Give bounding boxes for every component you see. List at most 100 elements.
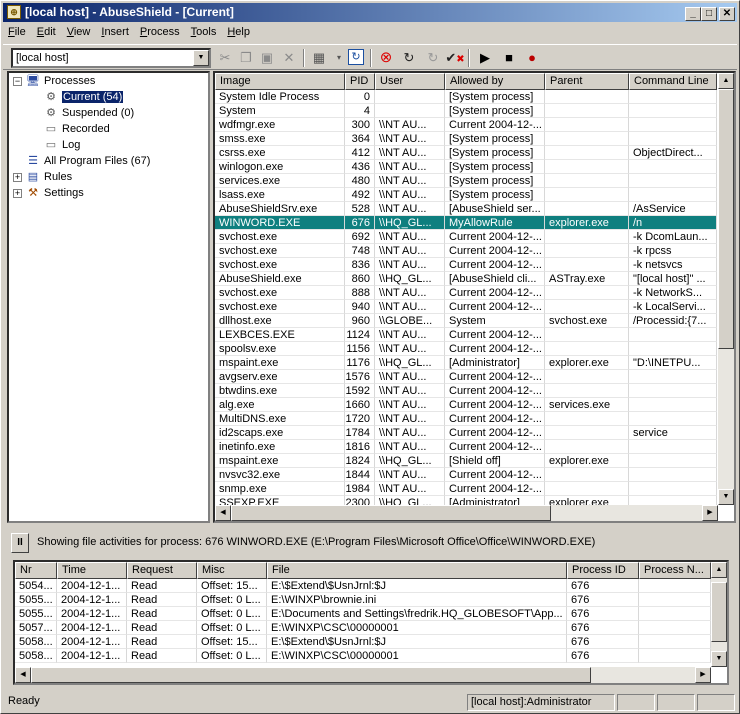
scroll-right-icon[interactable]: ▶ <box>702 505 718 521</box>
table-row[interactable]: MultiDNS.exe 1720 \\NT AU... Current 2004-1… <box>215 412 717 426</box>
table-row[interactable]: wdfmgr.exe 300 \\NT AU... Current 2004-12-.… <box>215 118 717 132</box>
vertical-scrollbar[interactable]: ▲ ▼ <box>718 73 734 505</box>
table-row[interactable]: System 4 [System process] <box>215 104 717 118</box>
table-row[interactable]: id2scaps.exe 1784 \\NT AU... Current 2004-1… <box>215 426 717 440</box>
tree-item-log[interactable]: ▭ Log <box>43 137 81 153</box>
restart-icon[interactable]: ↻ <box>399 49 419 67</box>
deny-icon[interactable]: ✔✖ <box>445 49 465 67</box>
table-row[interactable]: csrss.exe 412 \\NT AU... [System process] Ob… <box>215 146 717 160</box>
table-row[interactable]: 5058... 2004-12-1... Read Offset: 0 L... E:\… <box>15 649 727 663</box>
table-row[interactable]: smss.exe 364 \\NT AU... [System process] <box>215 132 717 146</box>
copy-icon[interactable]: ❐ <box>236 49 256 67</box>
scroll-left-icon[interactable]: ◀ <box>215 505 231 521</box>
table-row[interactable]: svchost.exe 836 \\NT AU... Current 2004-12-… <box>215 258 717 272</box>
column-header[interactable]: Time <box>57 562 127 579</box>
column-header[interactable]: Process ID <box>567 562 639 579</box>
tree-item-current[interactable]: ⚙ Current (54) <box>43 89 124 105</box>
menu-tools[interactable]: Tools <box>186 23 222 42</box>
column-header[interactable]: User <box>375 73 445 90</box>
scroll-up-icon[interactable]: ▲ <box>718 73 734 89</box>
table-row[interactable]: svchost.exe 888 \\NT AU... Current 2004-12-… <box>215 286 717 300</box>
chevron-down-icon[interactable]: ▼ <box>193 50 209 66</box>
menu-file[interactable]: File <box>3 23 31 42</box>
table-row[interactable]: AbuseShield.exe 860 \\HQ_GL... [AbuseShield… <box>215 272 717 286</box>
tree-item-all-program-files[interactable]: ☰ All Program Files (67) <box>25 153 150 169</box>
expand-icon[interactable]: + <box>13 189 22 198</box>
menu-insert[interactable]: Insert <box>96 23 134 42</box>
menu-process[interactable]: Process <box>135 23 185 42</box>
column-header[interactable]: Process N... <box>639 562 711 579</box>
table-row[interactable]: 5057... 2004-12-1... Read Offset: 0 L... E:\… <box>15 621 727 635</box>
table-row[interactable]: 5055... 2004-12-1... Read Offset: 0 L... E:\… <box>15 593 727 607</box>
maximize-button[interactable]: □ <box>701 7 717 21</box>
column-header[interactable]: Nr <box>15 562 57 579</box>
paste-icon[interactable]: ▣ <box>257 49 277 67</box>
view-icon[interactable]: ▦ <box>309 49 329 67</box>
menu-view[interactable]: View <box>62 23 96 42</box>
table-row[interactable]: svchost.exe 940 \\NT AU... Current 2004-12-… <box>215 300 717 314</box>
column-header[interactable]: Parent <box>545 73 629 90</box>
table-row[interactable]: System Idle Process 0 [System process] <box>215 90 717 104</box>
table-row[interactable]: svchost.exe 748 \\NT AU... Current 2004-12-… <box>215 244 717 258</box>
tree-item-suspended[interactable]: ⚙ Suspended (0) <box>43 105 134 121</box>
table-row[interactable]: AbuseShieldSrv.exe 528 \\NT AU... [AbuseShi… <box>215 202 717 216</box>
scroll-down-icon[interactable]: ▼ <box>718 489 734 505</box>
expand-icon[interactable]: + <box>13 173 22 182</box>
cut-icon[interactable]: ✂ <box>215 49 235 67</box>
scroll-left-icon[interactable]: ◀ <box>15 667 31 683</box>
square-stop-icon[interactable]: ■ <box>499 49 519 67</box>
table-row[interactable]: winlogon.exe 436 \\NT AU... [System process… <box>215 160 717 174</box>
stop-icon[interactable]: ⊗ <box>376 49 396 67</box>
table-row[interactable]: services.exe 480 \\NT AU... [System process… <box>215 174 717 188</box>
table-row[interactable]: btwdins.exe 1592 \\NT AU... Current 2004-12… <box>215 384 717 398</box>
tree-item-rules[interactable]: ▤ Rules <box>25 169 72 185</box>
record-icon[interactable]: ● <box>522 49 542 67</box>
column-header[interactable]: Image <box>215 73 345 90</box>
table-row[interactable]: spoolsv.exe 1156 \\NT AU... Current 2004-12… <box>215 342 717 356</box>
horizontal-scrollbar[interactable]: ◀ ▶ <box>15 667 711 683</box>
vertical-scrollbar[interactable]: ▲ ▼ <box>711 562 727 667</box>
table-row[interactable]: avgserv.exe 1576 \\NT AU... Current 2004-12… <box>215 370 717 384</box>
column-header[interactable]: Command Line <box>629 73 717 90</box>
table-row[interactable]: LEXBCES.EXE 1124 \\NT AU... Current 2004-12… <box>215 328 717 342</box>
reload-icon[interactable]: ↻ <box>423 49 443 67</box>
scroll-thumb[interactable] <box>718 89 734 349</box>
scroll-thumb[interactable] <box>711 582 727 642</box>
table-row[interactable]: mspaint.exe 1824 \\HQ_GL... [Shield off] exp… <box>215 454 717 468</box>
table-row[interactable]: WINWORD.EXE 676 \\HQ_GL... MyAllowRule explo… <box>215 216 717 230</box>
column-header[interactable]: Allowed by <box>445 73 545 90</box>
table-row[interactable]: svchost.exe 692 \\NT AU... Current 2004-12-… <box>215 230 717 244</box>
collapse-icon[interactable]: − <box>13 77 22 86</box>
pause-button[interactable]: II <box>11 533 29 553</box>
app-icon[interactable]: ⊕ <box>7 5 21 19</box>
tree-item-processes[interactable]: 🖥 Processes <box>25 73 95 89</box>
table-row[interactable]: inetinfo.exe 1816 \\NT AU... Current 2004-1… <box>215 440 717 454</box>
scroll-up-icon[interactable]: ▲ <box>711 562 727 578</box>
column-header[interactable]: Request <box>127 562 197 579</box>
table-row[interactable]: 5054... 2004-12-1... Read Offset: 15... E:\$… <box>15 579 727 593</box>
table-row[interactable]: snmp.exe 1984 \\NT AU... Current 2004-12-..… <box>215 482 717 496</box>
horizontal-scrollbar[interactable]: ◀ ▶ <box>215 505 718 521</box>
delete-icon[interactable]: ✕ <box>279 49 299 67</box>
play-icon[interactable]: ▶ <box>475 49 495 67</box>
view-dropdown-icon[interactable]: ▾ <box>329 49 349 67</box>
column-header[interactable]: File <box>267 562 567 579</box>
table-row[interactable]: dllhost.exe 960 \\GLOBE... System svchost.ex… <box>215 314 717 328</box>
scroll-thumb[interactable] <box>31 667 591 683</box>
column-header[interactable]: Misc <box>197 562 267 579</box>
minimize-button[interactable]: _ <box>685 7 701 21</box>
table-row[interactable]: 5058... 2004-12-1... Read Offset: 15... E:\$… <box>15 635 727 649</box>
close-button[interactable]: ✕ <box>719 7 735 21</box>
table-row[interactable]: mspaint.exe 1176 \\HQ_GL... [Administrator]… <box>215 356 717 370</box>
scroll-down-icon[interactable]: ▼ <box>711 651 727 667</box>
tree-item-recorded[interactable]: ▭ Recorded <box>43 121 110 137</box>
menu-help[interactable]: Help <box>222 23 255 42</box>
table-row[interactable]: alg.exe 1660 \\NT AU... Current 2004-12-...… <box>215 398 717 412</box>
column-header[interactable]: PID <box>345 73 375 90</box>
scroll-right-icon[interactable]: ▶ <box>695 667 711 683</box>
scroll-thumb[interactable] <box>231 505 551 521</box>
table-row[interactable]: 5055... 2004-12-1... Read Offset: 0 L... E:\… <box>15 607 727 621</box>
table-row[interactable]: lsass.exe 492 \\NT AU... [System process] <box>215 188 717 202</box>
table-row[interactable]: nvsvc32.exe 1844 \\NT AU... Current 2004-12… <box>215 468 717 482</box>
refresh-icon[interactable]: ↻ <box>348 49 364 65</box>
